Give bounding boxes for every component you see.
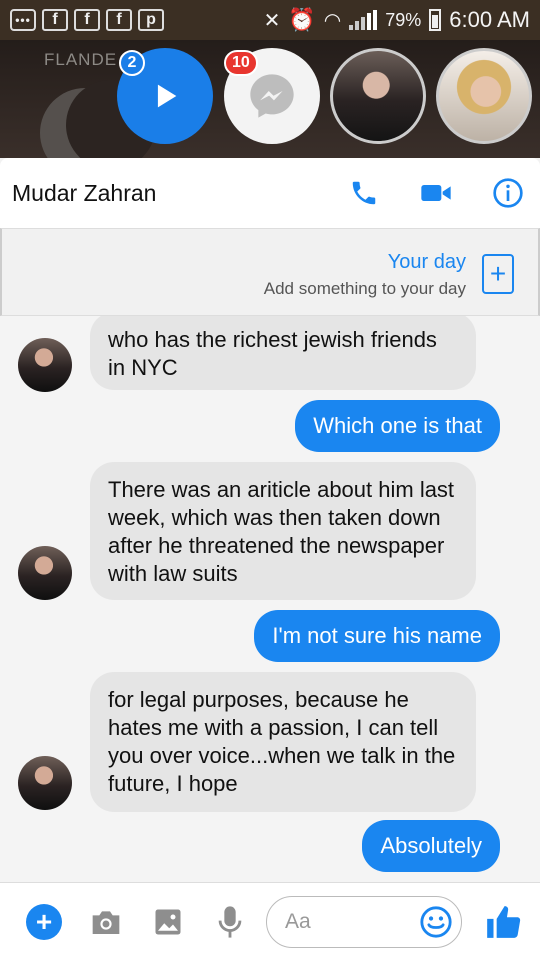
video-camera-icon: [421, 185, 451, 201]
your-day-title[interactable]: Your day: [388, 251, 466, 274]
battery-icon: [429, 9, 442, 31]
avatar: [18, 756, 72, 810]
mute-icon: ✕: [263, 9, 281, 32]
avatar: [18, 546, 72, 600]
contact-chat-head-woman[interactable]: [436, 48, 532, 144]
phone-icon: [352, 181, 376, 205]
signal-icon: [349, 10, 378, 30]
more-actions-button[interactable]: +: [26, 903, 62, 940]
conversation-info-button[interactable]: [492, 177, 524, 209]
messenger-icon: [250, 74, 294, 118]
avatar: [18, 338, 72, 392]
contact-chat-head-mudar[interactable]: [330, 48, 426, 144]
image-icon: [155, 909, 181, 934]
outgoing-message[interactable]: Which one is that: [295, 400, 500, 452]
like-button[interactable]: [484, 903, 522, 941]
message-list[interactable]: who has the richest jewish friends in NY…: [0, 316, 540, 882]
wallpaper-text: FLANDE: [44, 50, 118, 69]
message-composer: + Aa: [0, 882, 540, 960]
clock: 6:00 AM: [449, 7, 530, 32]
incoming-message[interactable]: for legal purposes, because he hates me …: [90, 672, 476, 812]
voice-message-button[interactable]: [212, 904, 248, 940]
outgoing-message[interactable]: I'm not sure his name: [254, 610, 500, 662]
facebook-notification-icon: f: [42, 9, 68, 31]
incoming-message[interactable]: There was an ariticle about him last wee…: [90, 462, 476, 600]
status-bar: ••• f f f p ✕ ⏰ ◠ 79% 6:00 AM: [0, 0, 540, 40]
message-input[interactable]: Aa: [266, 895, 462, 948]
unread-badge: 2: [119, 50, 145, 76]
voice-call-button[interactable]: [348, 177, 380, 209]
gallery-button[interactable]: [150, 904, 186, 940]
your-day-panel: Your day Add something to your day +: [0, 228, 540, 316]
your-day-subtitle: Add something to your day: [263, 279, 466, 298]
alarm-icon: ⏰: [288, 7, 316, 32]
contact-name[interactable]: Mudar Zahran: [12, 180, 156, 207]
play-icon: [157, 84, 177, 108]
camera-button[interactable]: [88, 904, 124, 940]
messenger-screen: ••• f f f p ✕ ⏰ ◠ 79% 6:00 AM FLANDE 2 1…: [0, 0, 540, 960]
wifi-icon: ◠: [323, 9, 342, 32]
facebook-notification-icon: f: [74, 9, 100, 31]
video-call-button[interactable]: [420, 177, 452, 209]
outgoing-message[interactable]: Absolutely: [362, 820, 500, 872]
battery-percent: 79%: [385, 9, 422, 30]
add-to-day-button[interactable]: +: [482, 254, 514, 294]
chat-heads-bar: FLANDE 2 10: [0, 40, 540, 158]
camera-icon: [92, 910, 120, 934]
facebook-notification-icon: f: [106, 9, 132, 31]
incoming-message[interactable]: who has the richest jewish friends in NY…: [90, 316, 476, 390]
conversation-header: Mudar Zahran: [0, 158, 540, 228]
more-notifications-icon: •••: [10, 9, 36, 31]
info-icon: [493, 178, 523, 208]
microphone-icon: [218, 905, 242, 938]
unread-badge: 10: [224, 50, 258, 76]
emoji-icon[interactable]: [419, 905, 453, 939]
pinterest-notification-icon: p: [138, 9, 164, 31]
message-input-placeholder: Aa: [285, 909, 311, 933]
